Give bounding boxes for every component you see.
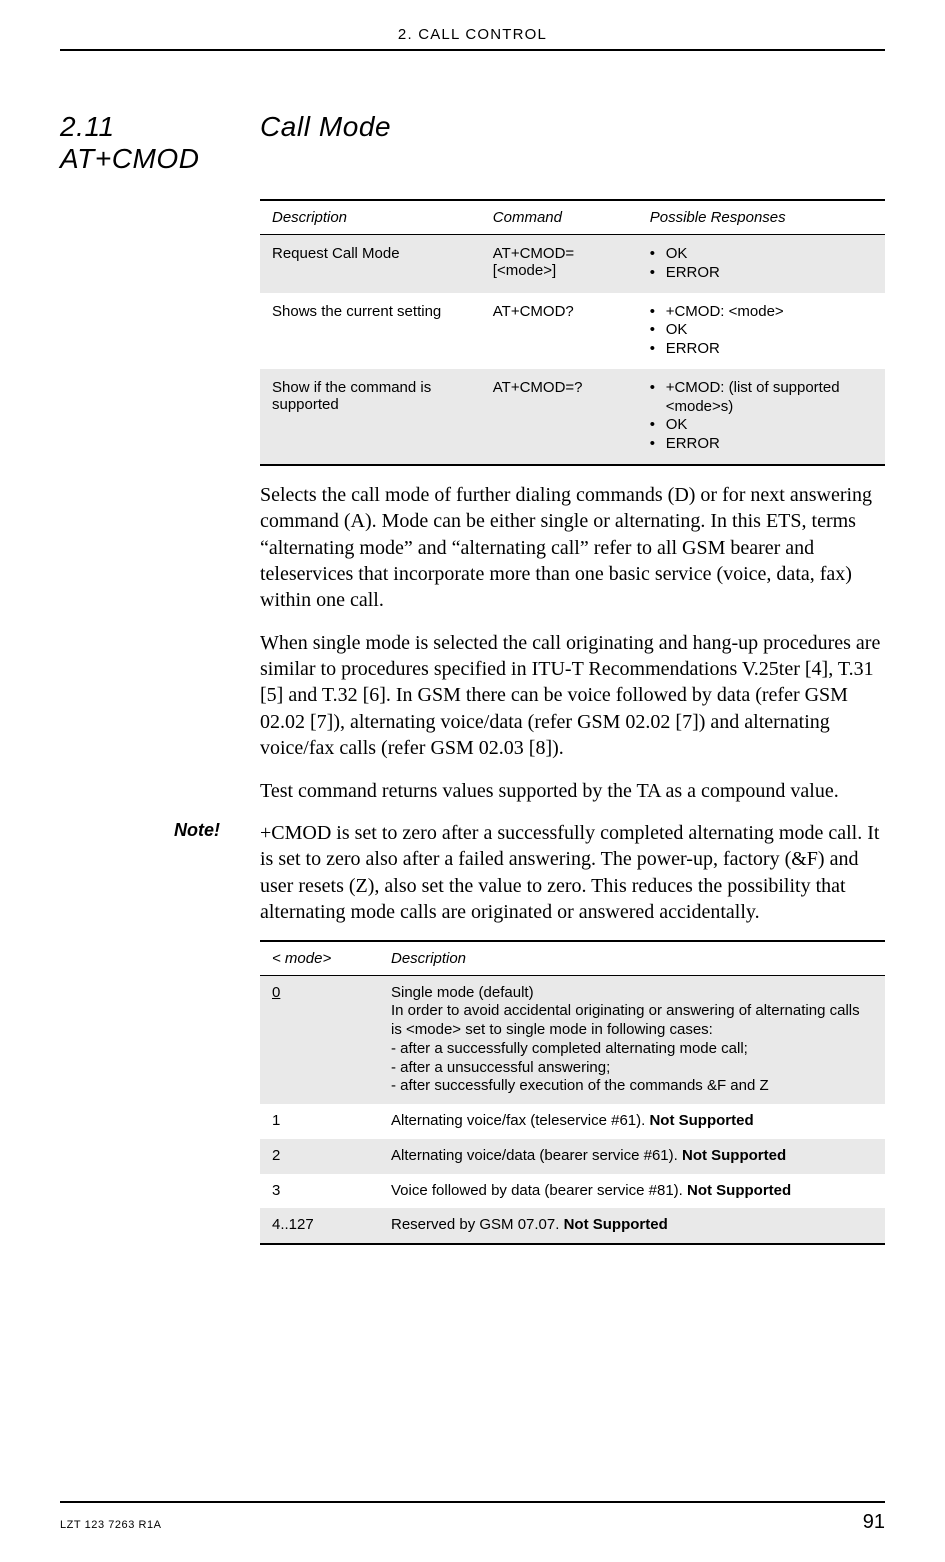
cell-responses: OKERROR (638, 235, 885, 293)
table-header-row: < mode> Description (260, 941, 885, 976)
col-header-description: Description (260, 200, 481, 235)
table-row: 2Alternating voice/data (bearer service … (260, 1139, 885, 1174)
col-header-mode: < mode> (260, 941, 379, 976)
col-header-responses: Possible Responses (638, 200, 885, 235)
body-text: Selects the call mode of further dialing… (260, 482, 885, 804)
cell-mode: 4..127 (260, 1208, 379, 1244)
command-table: Description Command Possible Responses R… (260, 199, 885, 466)
page: 2. CALL CONTROL 2.11 AT+CMOD Call Mode D… (0, 0, 945, 1562)
cell-command: AT+CMOD? (481, 293, 638, 369)
page-number: 91 (863, 1511, 885, 1534)
cell-description: Show if the command is supported (260, 369, 481, 465)
response-item: +CMOD: (list of supported <mode>s) (650, 379, 873, 417)
response-item: ERROR (650, 264, 873, 283)
section-number: 2.11 AT+CMOD (60, 111, 200, 174)
note-label: Note! (60, 820, 260, 926)
header-rule (60, 49, 885, 51)
section-title: Call Mode (260, 111, 391, 142)
response-item: +CMOD: <mode> (650, 303, 873, 322)
table-row: Show if the command is supportedAT+CMOD=… (260, 369, 885, 465)
paragraph: When single mode is selected the call or… (260, 630, 885, 762)
table-header-row: Description Command Possible Responses (260, 200, 885, 235)
cell-responses: +CMOD: (list of supported <mode>s)OKERRO… (638, 369, 885, 465)
cell-command: AT+CMOD=? (481, 369, 638, 465)
mode-table: < mode> Description 0Single mode (defaul… (260, 940, 885, 1246)
paragraph: Test command returns values supported by… (260, 778, 885, 804)
col-header-command: Command (481, 200, 638, 235)
cell-responses: +CMOD: <mode>OKERROR (638, 293, 885, 369)
cell-command: AT+CMOD=[<mode>] (481, 235, 638, 293)
cell-description: Reserved by GSM 07.07. Not Supported (379, 1208, 885, 1244)
table-row: 4..127Reserved by GSM 07.07. Not Support… (260, 1208, 885, 1244)
cell-description: Alternating voice/data (bearer service #… (379, 1139, 885, 1174)
table-row: 1Alternating voice/fax (teleservice #61)… (260, 1104, 885, 1139)
cell-description: Shows the current setting (260, 293, 481, 369)
cell-description: Alternating voice/fax (teleservice #61).… (379, 1104, 885, 1139)
document-id: LZT 123 7263 R1A (60, 1519, 162, 1531)
cell-mode: 2 (260, 1139, 379, 1174)
note-text: +CMOD is set to zero after a successfull… (260, 820, 885, 926)
cell-description: Request Call Mode (260, 235, 481, 293)
table-row: Shows the current settingAT+CMOD?+CMOD: … (260, 293, 885, 369)
table-row: 3Voice followed by data (bearer service … (260, 1174, 885, 1209)
cell-description: Voice followed by data (bearer service #… (379, 1174, 885, 1209)
response-item: ERROR (650, 340, 873, 359)
cell-mode: 1 (260, 1104, 379, 1139)
page-footer: LZT 123 7263 R1A 91 (60, 1501, 885, 1534)
response-item: OK (650, 321, 873, 340)
response-item: OK (650, 245, 873, 264)
footer-rule (60, 1501, 885, 1503)
col-header-description: Description (379, 941, 885, 976)
note-block: Note! +CMOD is set to zero after a succe… (60, 820, 885, 926)
running-header: 2. CALL CONTROL (60, 26, 885, 43)
response-item: ERROR (650, 435, 873, 454)
table-row: 0Single mode (default)In order to avoid … (260, 975, 885, 1104)
response-item: OK (650, 416, 873, 435)
cell-description: Single mode (default)In order to avoid a… (379, 975, 885, 1104)
table-row: Request Call ModeAT+CMOD=[<mode>]OKERROR (260, 235, 885, 293)
cell-mode: 0 (260, 975, 379, 1104)
paragraph: Selects the call mode of further dialing… (260, 482, 885, 614)
cell-mode: 3 (260, 1174, 379, 1209)
section-heading: 2.11 AT+CMOD Call Mode (60, 111, 885, 175)
